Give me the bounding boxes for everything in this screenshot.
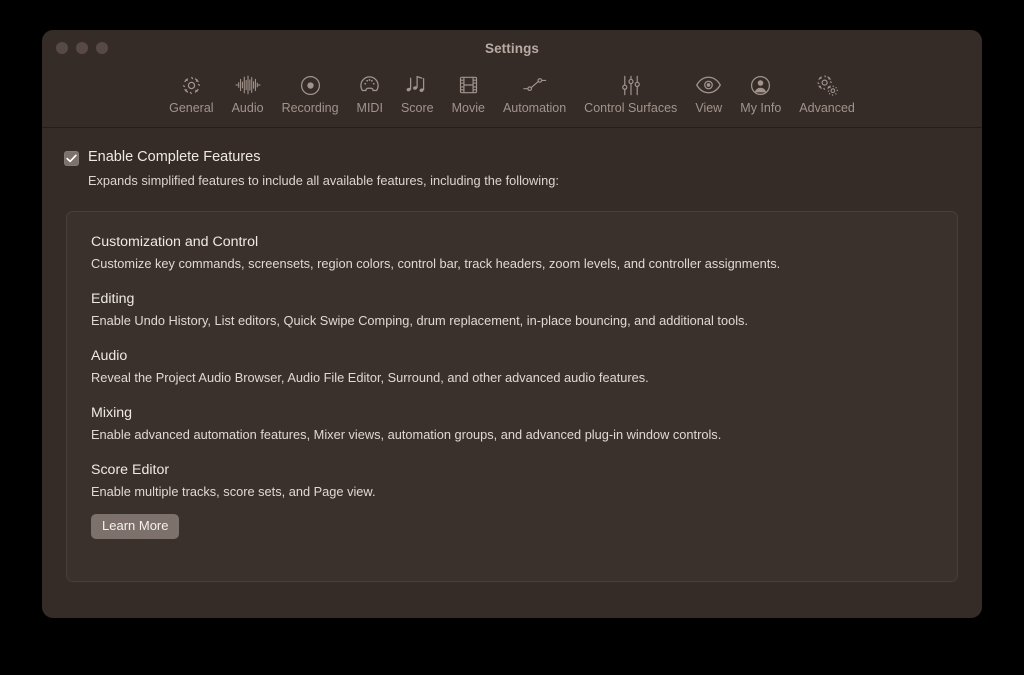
enable-complete-features-row[interactable]: Enable Complete Features <box>64 148 960 167</box>
tab-label: Automation <box>502 101 567 115</box>
automation-node-icon <box>522 72 548 98</box>
feature-description: Enable Undo History, List editors, Quick… <box>91 313 749 328</box>
enable-complete-features-checkbox[interactable] <box>64 151 79 166</box>
tab-automation[interactable]: Automation <box>494 68 575 116</box>
learn-more-button[interactable]: Learn More <box>91 514 180 539</box>
tab-label: MIDI <box>356 101 383 115</box>
settings-toolbar: General Audio Recording MIDI Score Movie… <box>42 68 982 128</box>
tab-label: My Info <box>740 101 782 115</box>
tab-label: Audio <box>231 101 264 115</box>
tab-label: Movie <box>451 101 485 115</box>
feature-title: Editing <box>91 291 135 307</box>
tab-label: Score <box>400 101 434 115</box>
tab-advanced[interactable]: Advanced <box>790 68 864 116</box>
feature-title: Mixing <box>91 405 132 421</box>
double-gear-icon <box>815 72 840 98</box>
feature-title: Score Editor <box>91 462 170 478</box>
film-strip-icon <box>458 72 479 98</box>
tab-score[interactable]: Score <box>392 68 443 116</box>
sliders-icon <box>620 72 642 98</box>
tab-label: View <box>695 101 723 115</box>
tab-label: Control Surfaces <box>584 101 678 115</box>
feature-title: Customization and Control <box>91 234 259 250</box>
tab-general[interactable]: General <box>160 68 222 116</box>
window-titlebar: Settings <box>42 30 982 68</box>
window-title: Settings <box>484 41 540 56</box>
person-circle-icon <box>749 72 772 98</box>
enable-complete-features-description: Expands simplified features to include a… <box>88 173 559 188</box>
tab-view[interactable]: View <box>686 68 731 116</box>
feature-description: Customize key commands, screensets, regi… <box>91 256 781 271</box>
feature-description: Reveal the Project Audio Browser, Audio … <box>91 370 649 385</box>
music-notes-icon <box>405 72 429 98</box>
gear-icon <box>180 72 203 98</box>
midi-connector-icon <box>358 72 381 98</box>
feature-item: Score Editor Enable multiple tracks, sco… <box>91 460 933 500</box>
record-circle-icon <box>299 72 322 98</box>
tab-my-info[interactable]: My Info <box>731 68 790 116</box>
tab-label: Recording <box>281 101 339 115</box>
tab-label: General <box>169 101 214 115</box>
waveform-icon <box>234 72 261 98</box>
feature-item: Mixing Enable advanced automation featur… <box>91 403 933 443</box>
feature-item: Customization and Control Customize key … <box>91 232 933 272</box>
eye-icon <box>695 72 722 98</box>
feature-description: Enable multiple tracks, score sets, and … <box>91 484 376 499</box>
settings-content: Enable Complete Features Expands simplif… <box>42 128 982 618</box>
feature-description: Enable advanced automation features, Mix… <box>91 427 722 442</box>
tab-movie[interactable]: Movie <box>443 68 494 116</box>
feature-item: Audio Reveal the Project Audio Browser, … <box>91 346 933 386</box>
feature-item: Editing Enable Undo History, List editor… <box>91 289 933 329</box>
tab-label: Advanced <box>799 101 855 115</box>
enable-complete-features-label: Enable Complete Features <box>88 149 261 165</box>
tab-midi[interactable]: MIDI <box>348 68 392 116</box>
tab-control-surfaces[interactable]: Control Surfaces <box>575 68 686 116</box>
tab-audio[interactable]: Audio <box>223 68 273 116</box>
feature-list-panel: Customization and Control Customize key … <box>66 211 958 582</box>
settings-window: Settings General Audio Recording MIDI Sc… <box>42 30 982 618</box>
feature-title: Audio <box>91 348 128 364</box>
tab-recording[interactable]: Recording <box>273 68 348 116</box>
